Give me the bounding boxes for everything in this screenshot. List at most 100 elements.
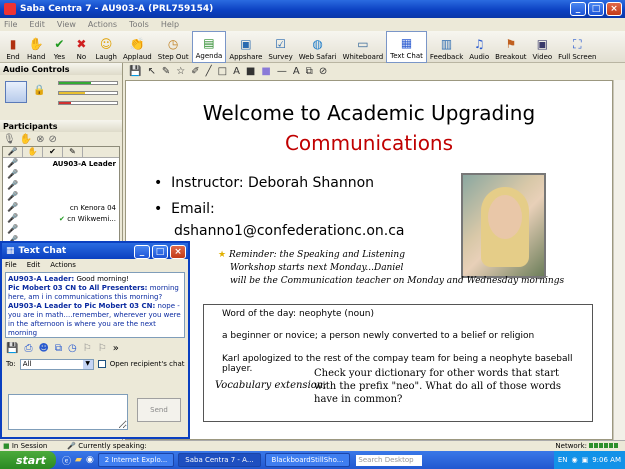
speaking-status: 🎤 Currently speaking: [67, 442, 147, 450]
text-tool-icon[interactable]: A [233, 66, 240, 77]
menu-tools[interactable]: Tools [129, 20, 149, 29]
flag-alt-icon[interactable]: ⚐ [98, 343, 107, 354]
video-button[interactable]: ▣ Video [530, 31, 556, 63]
appshare-button[interactable]: ▣ Appshare [226, 31, 265, 63]
participant-row[interactable]: 🎤 [3, 169, 119, 180]
chat-log[interactable]: AU903-A Leader: Good morning! Pic Mobert… [5, 272, 185, 338]
menu-file[interactable]: File [4, 20, 17, 29]
taskbar-item-saba[interactable]: Saba Centra 7 - A... [178, 453, 261, 467]
highlighter-icon[interactable]: ✐ [191, 66, 199, 77]
chat-message: AU903-A Leader: Good morning! [8, 275, 130, 283]
applaud-button[interactable]: 👏 Applaud [120, 31, 155, 63]
whiteboard-button[interactable]: ▭ Whiteboard [340, 31, 387, 63]
mic-slider[interactable] [58, 91, 118, 95]
flag-icon[interactable]: ⚐ [83, 343, 92, 354]
more-icon[interactable]: » [113, 343, 119, 354]
application-window: Saba Centra 7 - AU903-A (PRL759154) _ □ … [0, 0, 625, 469]
taskbar-item-blackboard[interactable]: BlackboardStillSho... [264, 453, 351, 467]
survey-button[interactable]: ☑ Survey [265, 31, 295, 63]
full-screen-button[interactable]: ⛶ Full Screen [555, 31, 599, 63]
participant-row[interactable]: 🎤 ✔ cn Wikwemi... [3, 213, 119, 224]
no-button[interactable]: ✖ No [70, 31, 92, 63]
save-icon[interactable]: 💾 [6, 343, 18, 354]
hand-column-icon: ✋ [23, 147, 43, 157]
chat-menu-edit[interactable]: Edit [27, 261, 41, 269]
chat-toolbar: 💾 ⎙ ☻ ⧉ ◷ ⚐ ⚐ » [2, 340, 188, 356]
layer-icon[interactable]: ⧉ [306, 66, 313, 77]
agenda-button[interactable]: ▤ Agenda [191, 31, 227, 63]
mic-tool-icon[interactable]: 🎙 [3, 134, 16, 145]
slide-scrollbar[interactable] [613, 80, 625, 440]
quicklaunch-folder-icon[interactable]: ▰ [75, 455, 82, 465]
fill-swatch-icon[interactable]: ■ [261, 66, 270, 77]
block-icon[interactable]: ⊗ [36, 134, 44, 145]
yes-button[interactable]: ✔ Yes [48, 31, 70, 63]
participant-row[interactable]: 🎤 [3, 180, 119, 191]
recipient-select[interactable]: All ▼ [19, 358, 94, 370]
clock-icon[interactable]: ◷ [68, 343, 77, 354]
agenda-icon: ▤ [203, 36, 215, 50]
web-safari-button[interactable]: ◍ Web Safari [296, 31, 340, 63]
desktop-search-input[interactable]: Search Desktop [356, 454, 423, 466]
participant-row[interactable]: 🎤 AU903-A Leader [3, 158, 119, 169]
print-icon[interactable]: ⎙ [24, 343, 32, 354]
person-icon[interactable]: ☻ [38, 343, 48, 354]
star-icon[interactable]: ☆ [176, 66, 185, 77]
tray-network-icon[interactable]: ▣ [582, 456, 589, 464]
chat-close-button[interactable]: × [170, 245, 186, 259]
quicklaunch-media-icon[interactable]: ◉ [86, 455, 94, 465]
menu-actions[interactable]: Actions [88, 20, 117, 29]
speaker-avatar-icon[interactable] [5, 81, 27, 103]
font-size-icon[interactable]: A [293, 66, 300, 77]
menu-help[interactable]: Help [161, 20, 179, 29]
breakout-button[interactable]: ⚑ Breakout [492, 31, 529, 63]
audio-controls-header: Audio Controls [0, 63, 122, 75]
to-label: To: [6, 360, 16, 368]
chat-menu-bar: File Edit Actions [2, 259, 188, 270]
step-out-button[interactable]: ◷ Step Out [155, 31, 192, 63]
taskbar-item-ie[interactable]: 2 Internet Explo... [97, 453, 175, 467]
chat-menu-actions[interactable]: Actions [50, 261, 76, 269]
chat-minimize-button[interactable]: _ [134, 245, 150, 259]
tray-icon[interactable]: ◉ [571, 456, 577, 464]
no-entry-icon[interactable]: ⊘ [319, 66, 327, 77]
line-style-icon[interactable]: — [277, 66, 287, 77]
menu-edit[interactable]: Edit [29, 20, 45, 29]
end-button[interactable]: ▮ End [2, 31, 24, 63]
start-button[interactable]: start [0, 451, 56, 469]
chat-maximize-button[interactable]: □ [152, 245, 168, 259]
rectangle-icon[interactable]: □ [218, 66, 227, 77]
pen-icon[interactable]: ✎ [162, 66, 170, 77]
record-slider[interactable] [58, 101, 118, 105]
lock-icon[interactable]: 🔒 [33, 85, 45, 96]
status-bar: ■ In Session 🎤 Currently speaking: Netwo… [0, 440, 625, 451]
minimize-button[interactable]: _ [570, 2, 586, 16]
maximize-button[interactable]: □ [588, 2, 604, 16]
participant-row[interactable]: 🎤 [3, 191, 119, 202]
quicklaunch-ie-icon[interactable]: ⓔ [62, 454, 71, 467]
audio-button[interactable]: ♫ Audio [466, 31, 492, 63]
menu-view[interactable]: View [57, 20, 76, 29]
color-swatch-icon[interactable]: ■ [246, 66, 255, 77]
pointer-icon[interactable]: ↖ [147, 66, 155, 77]
chat-message-input[interactable] [8, 394, 128, 430]
feedback-button[interactable]: ▥ Feedback [427, 31, 466, 63]
participant-row[interactable]: 🎤 cn Kenora 04 [3, 202, 119, 213]
hand-button[interactable]: ✋ Hand [24, 31, 48, 63]
participant-row[interactable]: 🎤 [3, 224, 119, 235]
hand-tool-icon[interactable]: ✋ [20, 134, 32, 145]
save-icon[interactable]: 💾 [129, 66, 141, 77]
star-icon: ★ [218, 250, 227, 260]
volume-slider[interactable] [58, 81, 118, 85]
laugh-button[interactable]: ☺ Laugh [92, 31, 120, 63]
clear-icon[interactable]: ⊘ [49, 134, 57, 145]
close-button[interactable]: × [606, 2, 622, 16]
language-indicator[interactable]: EN [558, 456, 568, 464]
chat-menu-file[interactable]: File [5, 261, 17, 269]
send-button[interactable]: Send [137, 398, 181, 422]
open-recipient-chat-checkbox[interactable] [97, 360, 106, 368]
slide-title: Welcome to Academic Upgrading [202, 101, 536, 125]
copy-icon[interactable]: ⧉ [55, 343, 62, 354]
text-chat-button[interactable]: ▦ Text Chat [386, 31, 427, 63]
line-icon[interactable]: ╱ [206, 66, 212, 77]
